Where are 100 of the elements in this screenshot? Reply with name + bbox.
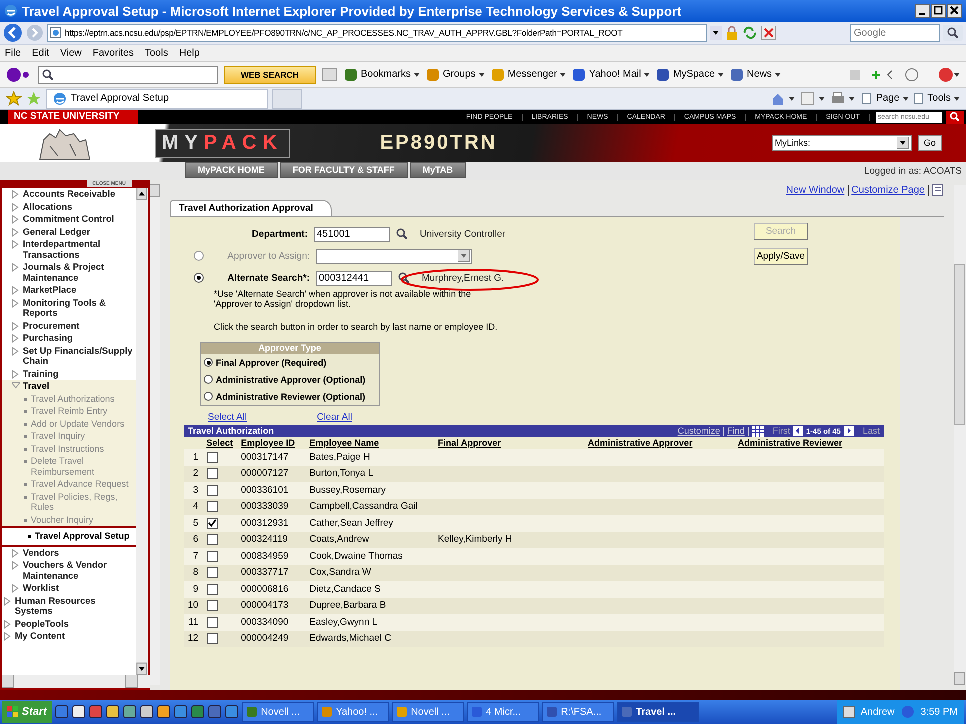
menu-item[interactable]: Commitment Control: [4, 213, 136, 226]
department-field[interactable]: 451001: [314, 226, 390, 242]
toolbar-item[interactable]: Messenger: [490, 68, 566, 82]
search-icon[interactable]: [946, 110, 964, 124]
app-icon[interactable]: [123, 705, 138, 719]
radio-button[interactable]: [204, 375, 213, 384]
menu-item[interactable]: Training: [4, 368, 136, 380]
toolbar-item[interactable]: Yahoo! Mail: [572, 68, 650, 82]
select-all-link[interactable]: Select All: [208, 412, 248, 423]
column-header[interactable]: Administrative Reviewer: [734, 437, 884, 449]
app-icon[interactable]: [157, 705, 172, 719]
first-link[interactable]: First: [772, 426, 790, 436]
mylinks-dropdown[interactable]: MyLinks:: [772, 135, 912, 151]
app-icon[interactable]: [106, 705, 120, 719]
column-header[interactable]: Employee Name: [306, 437, 434, 449]
scrollbar-drawing[interactable]: [2, 675, 150, 688]
column-header[interactable]: Employee ID: [237, 437, 306, 449]
page-link[interactable]: Customize Page: [852, 184, 925, 196]
checkbox[interactable]: [206, 452, 218, 463]
menu-item[interactable]: Favorites: [92, 48, 134, 58]
checkbox[interactable]: [206, 584, 218, 595]
checkbox[interactable]: [206, 534, 218, 546]
taskbar-button[interactable]: R:\FSA...: [542, 702, 614, 722]
menu-item[interactable]: Human Resources Systems: [4, 594, 136, 618]
checkbox[interactable]: [206, 484, 218, 496]
maximize-icon[interactable]: [931, 4, 946, 18]
dropdown-icon[interactable]: [710, 26, 722, 40]
menu-item[interactable]: Travel Approval Setup: [2, 526, 136, 546]
menu-item[interactable]: Journals & Project Maintenance: [4, 261, 136, 284]
next-icon[interactable]: [844, 426, 854, 436]
back-icon[interactable]: [3, 23, 23, 43]
last-link[interactable]: Last: [862, 426, 880, 436]
search-field[interactable]: Google: [850, 24, 940, 42]
toolbar-item[interactable]: MySpace: [656, 68, 724, 82]
minimize-icon[interactable]: [915, 4, 930, 18]
scrollbar-drawing[interactable]: [136, 188, 148, 675]
radio-button[interactable]: [204, 358, 213, 367]
column-header[interactable]: Administrative Approver: [584, 437, 734, 449]
command-menu[interactable]: Page: [861, 92, 909, 104]
browser-tab[interactable]: Travel Approval Setup: [46, 88, 268, 108]
web-search-button[interactable]: WEB SEARCH: [224, 66, 316, 84]
toolbar-item[interactable]: News: [730, 68, 782, 82]
app-icon[interactable]: [140, 705, 154, 719]
taskbar-button[interactable]: Novell ...: [242, 702, 314, 722]
menu-item[interactable]: Procurement: [4, 320, 136, 332]
close-icon[interactable]: [947, 4, 962, 18]
feeds-icon[interactable]: [801, 92, 828, 106]
home-icon[interactable]: [771, 92, 798, 106]
checkbox[interactable]: [206, 616, 218, 628]
stop-icon[interactable]: [761, 26, 777, 40]
menu-item[interactable]: Vouchers & Vendor Maintenance: [4, 559, 136, 582]
checkbox[interactable]: [206, 501, 218, 512]
radio-button[interactable]: [194, 273, 204, 283]
menu-item[interactable]: Help: [179, 48, 200, 58]
university-name[interactable]: NC STATE UNIVERSITY: [8, 110, 138, 124]
column-header[interactable]: Final Approver: [434, 437, 584, 449]
nav-tab[interactable]: MyPACK HOME: [185, 162, 278, 178]
apply-save-button[interactable]: Apply/Save: [754, 248, 808, 265]
toolbar-item[interactable]: Bookmarks: [344, 68, 420, 82]
menu-item[interactable]: PeopleTools: [4, 618, 136, 630]
menu-item[interactable]: View: [60, 48, 82, 58]
column-header[interactable]: Select: [202, 437, 238, 449]
menu-item[interactable]: My Content: [4, 630, 136, 642]
menu-item[interactable]: MarketPlace: [4, 284, 136, 296]
taskbar-button[interactable]: Travel ...: [617, 702, 700, 722]
yahoo-logo-icon[interactable]: [6, 66, 32, 82]
menu-item[interactable]: File: [5, 48, 22, 58]
menu-item[interactable]: Vendors: [4, 546, 136, 559]
menu-item[interactable]: Purchasing: [4, 332, 136, 344]
search-icon[interactable]: [943, 25, 963, 41]
alternate-search-field[interactable]: 000312441: [316, 270, 392, 286]
menu-item[interactable]: Edit: [32, 48, 50, 58]
checkbox[interactable]: [206, 550, 218, 562]
menu-item[interactable]: Accounts Receivable: [4, 188, 136, 200]
page-link[interactable]: New Window: [786, 184, 845, 196]
app-icon[interactable]: [72, 705, 86, 719]
menu-item[interactable]: Monitoring Tools & Reports: [4, 296, 136, 320]
checkbox[interactable]: [206, 468, 218, 480]
command-menu[interactable]: Tools: [912, 92, 960, 104]
nav-tab[interactable]: FOR FACULTY & STAFF: [280, 162, 408, 178]
search-field[interactable]: [38, 66, 218, 84]
clear-all-link[interactable]: Clear All: [317, 412, 352, 423]
previous-icon[interactable]: [793, 426, 804, 436]
menu-item[interactable]: Interdepartmental Transactions: [4, 238, 136, 261]
start-button[interactable]: Start: [2, 701, 52, 723]
search-icon[interactable]: [396, 228, 408, 240]
refresh-icon[interactable]: [742, 26, 758, 40]
grid-view-icon[interactable]: [752, 426, 764, 436]
taskbar-button[interactable]: Yahoo! ...: [317, 702, 390, 722]
menu-item[interactable]: Worklist: [4, 582, 136, 594]
checkbox[interactable]: [206, 518, 218, 529]
checkbox[interactable]: [206, 600, 218, 612]
toolbar-item[interactable]: Groups: [426, 68, 485, 82]
print-icon[interactable]: [831, 92, 858, 106]
menu-item[interactable]: Tools: [144, 48, 168, 58]
menu-item[interactable]: Allocations: [4, 200, 136, 213]
menu-item[interactable]: General Ledger: [4, 226, 136, 238]
nav-tab[interactable]: MyTAB: [410, 162, 466, 178]
customize-link[interactable]: Customize: [678, 426, 720, 436]
radio-button[interactable]: [204, 392, 213, 401]
